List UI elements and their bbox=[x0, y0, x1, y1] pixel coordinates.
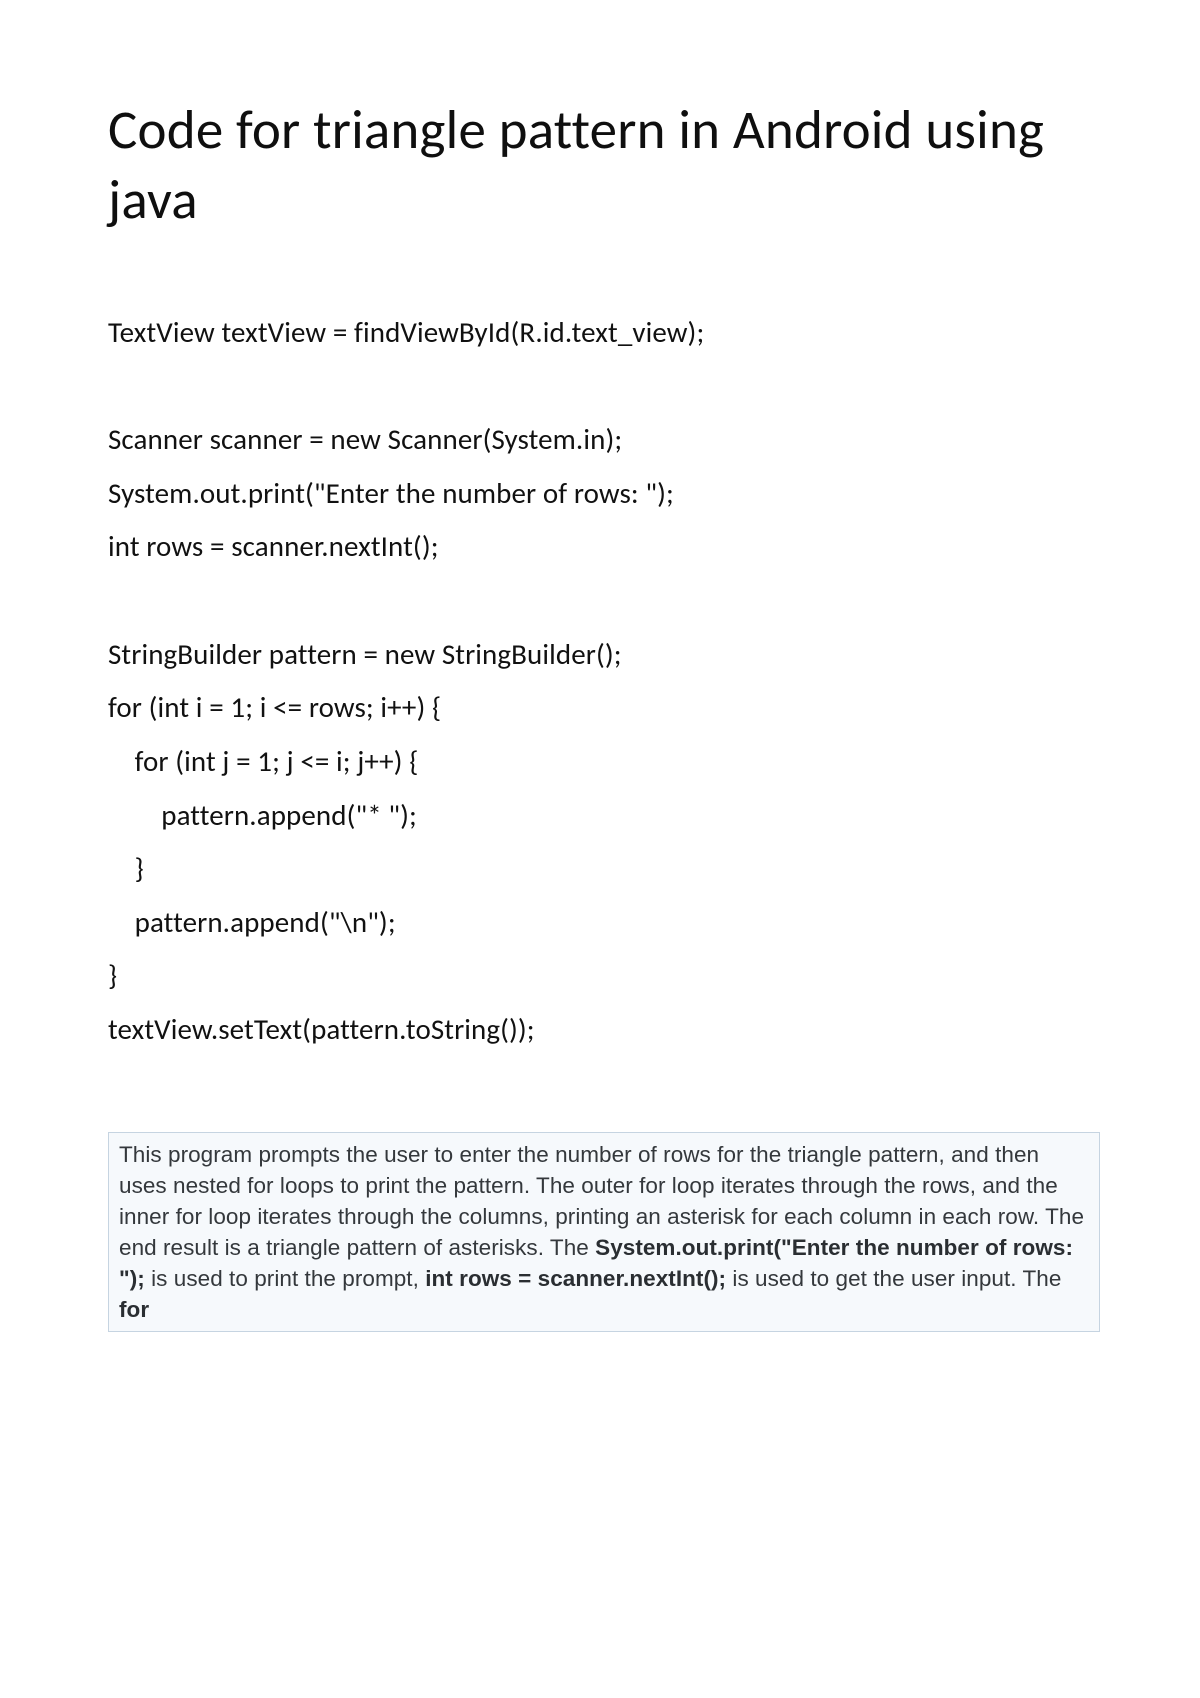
explain-code-3: for bbox=[119, 1297, 149, 1322]
explain-text-3: is used to get the user input. The bbox=[726, 1266, 1061, 1291]
document-page: Code for triangle pattern in Android usi… bbox=[0, 0, 1200, 1698]
explain-text-2: is used to print the prompt, bbox=[145, 1266, 425, 1291]
explain-code-2: int rows = scanner.nextInt(); bbox=[425, 1266, 726, 1291]
explanation-box: This program prompts the user to enter t… bbox=[108, 1132, 1100, 1332]
code-listing: TextView textView = findViewById(R.id.te… bbox=[108, 306, 1100, 1057]
page-title: Code for triangle pattern in Android usi… bbox=[108, 95, 1100, 236]
